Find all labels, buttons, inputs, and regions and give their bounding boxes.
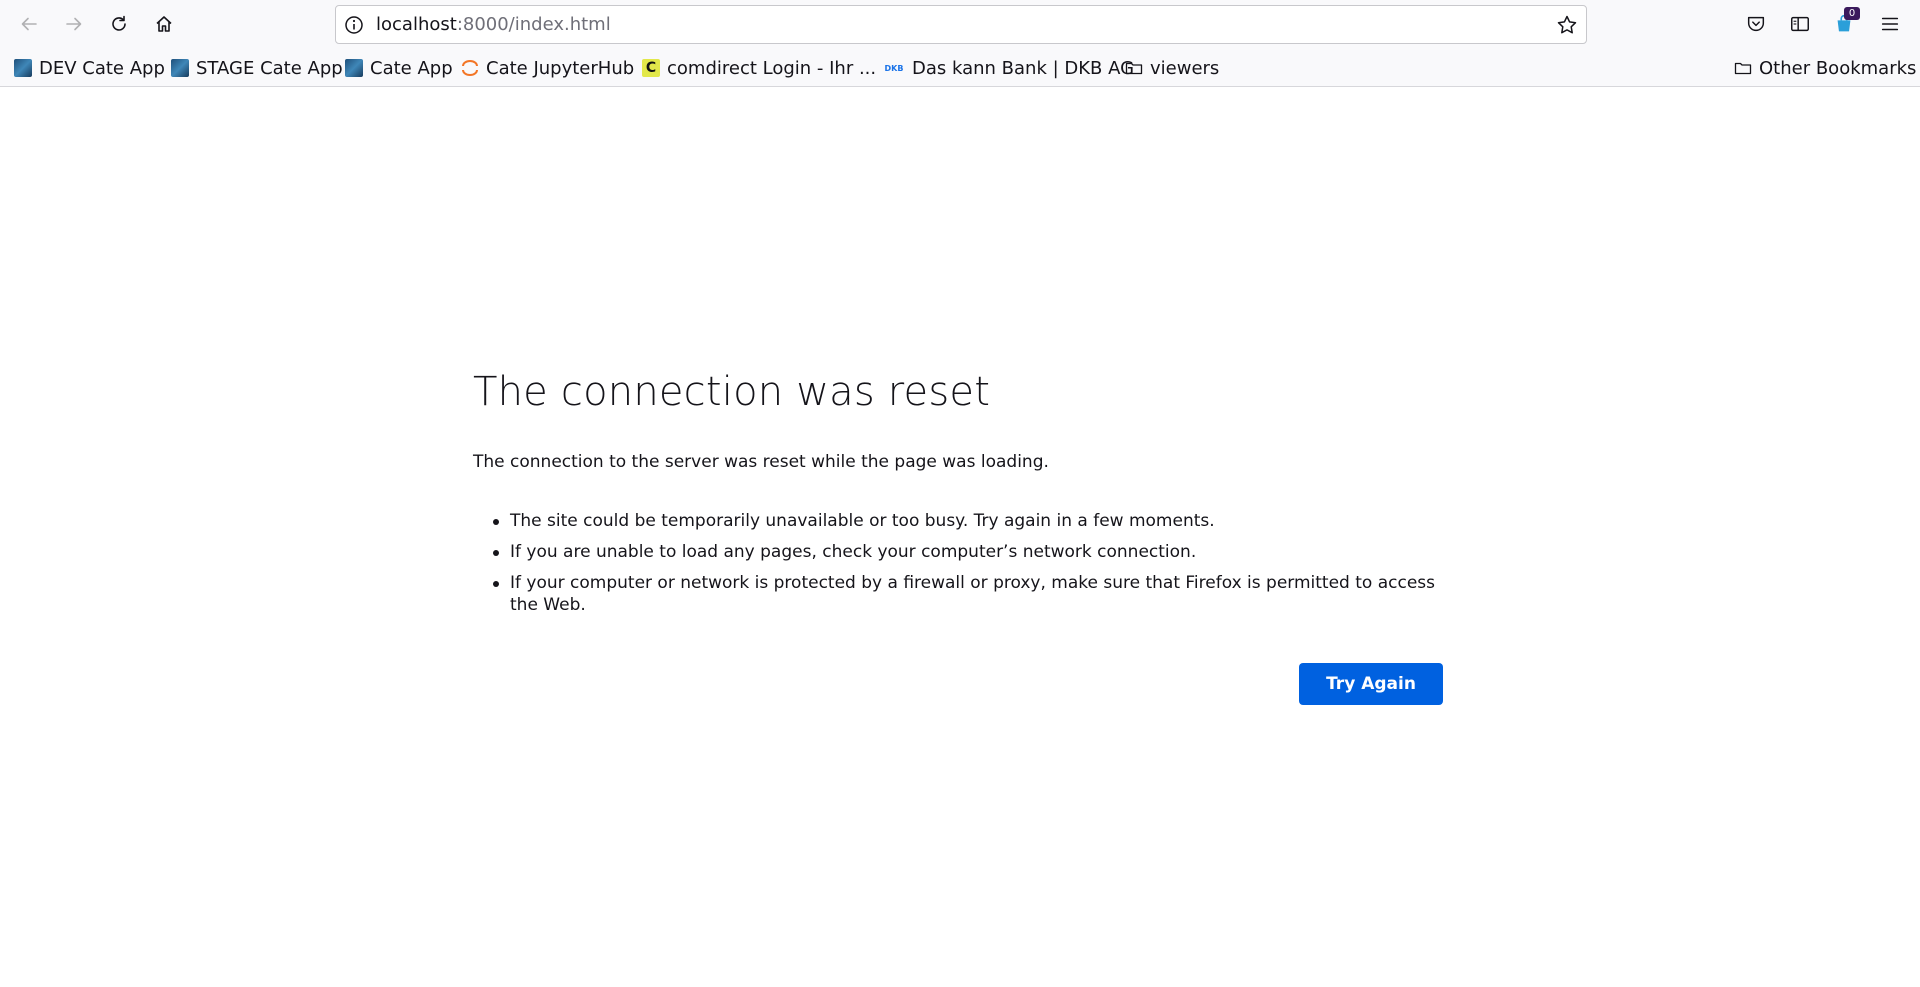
jupyter-icon <box>462 60 478 76</box>
reload-icon <box>112 15 126 31</box>
back-arrow-icon <box>21 17 37 31</box>
bookmark-label: Das kann Bank | DKB AG <box>912 57 1135 79</box>
forward-arrow-icon <box>66 17 82 31</box>
error-page: The connection was reset The connection … <box>473 362 1443 705</box>
error-description: The connection to the server was reset w… <box>473 452 1049 472</box>
list-item: The site could be temporarily unavailabl… <box>473 510 1443 532</box>
forward-button[interactable] <box>57 7 91 41</box>
bookmark-star-icon[interactable] <box>1556 14 1578 36</box>
bookmark-label: STAGE Cate App <box>196 57 343 79</box>
url-host: localhost <box>376 14 457 35</box>
bookmark-item[interactable]: Cate App <box>345 50 453 86</box>
bookmark-item[interactable]: C comdirect Login - Ihr ... <box>642 50 876 86</box>
pocket-button[interactable] <box>1744 12 1768 36</box>
home-button[interactable] <box>147 7 181 41</box>
bookmark-label: DEV Cate App <box>39 57 165 79</box>
bookmark-item[interactable]: STAGE Cate App <box>171 50 343 86</box>
error-title: The connection was reset <box>473 369 991 415</box>
bookmark-item[interactable]: DKB Das kann Bank | DKB AG <box>883 50 1135 86</box>
comdirect-icon: C <box>642 59 660 77</box>
menu-button[interactable] <box>1878 12 1902 36</box>
hamburger-menu-icon <box>1881 17 1899 31</box>
reload-button[interactable] <box>102 7 136 41</box>
extension-badge: 0 <box>1844 7 1860 20</box>
extension-button[interactable]: 0 <box>1832 7 1860 36</box>
address-bar[interactable]: localhost:8000/index.html <box>335 5 1587 44</box>
list-item: If your computer or network is protected… <box>473 572 1443 616</box>
list-item: If you are unable to load any pages, che… <box>473 541 1443 563</box>
bookmarks-toolbar: DEV Cate App STAGE Cate App Cate App Cat… <box>0 50 1920 87</box>
other-bookmarks-folder[interactable]: Other Bookmarks <box>1734 50 1916 86</box>
back-button[interactable] <box>12 7 46 41</box>
bookmark-label: Cate App <box>370 57 453 79</box>
folder-icon <box>1125 62 1143 75</box>
cate-app-icon <box>345 59 363 77</box>
cate-app-icon <box>171 59 189 77</box>
comdirect-icon-letter: C <box>645 60 657 76</box>
site-info-icon[interactable] <box>344 15 364 35</box>
bookmark-item[interactable]: DEV Cate App <box>14 50 165 86</box>
error-suggestions: The site could be temporarily unavailabl… <box>473 510 1443 625</box>
dkb-icon: DKB <box>884 63 904 73</box>
cate-app-icon <box>14 59 32 77</box>
bookmark-folder[interactable]: viewers <box>1125 50 1219 86</box>
home-icon <box>156 16 172 32</box>
url-text[interactable]: localhost:8000/index.html <box>376 6 611 43</box>
browser-toolbar: localhost:8000/index.html 0 <box>0 0 1920 50</box>
url-path: :8000/index.html <box>456 14 611 35</box>
bookmark-item[interactable]: Cate JupyterHub <box>461 50 634 86</box>
try-again-button[interactable]: Try Again <box>1299 663 1443 705</box>
bookmark-label: comdirect Login - Ihr ... <box>667 57 877 79</box>
folder-icon <box>1734 62 1752 75</box>
pocket-icon <box>1747 16 1765 32</box>
sidebar-button[interactable] <box>1788 12 1812 36</box>
sidebar-icon <box>1791 16 1809 32</box>
other-bookmarks-label: Other Bookmarks <box>1759 57 1917 79</box>
bookmark-label: Cate JupyterHub <box>486 57 635 79</box>
bookmark-label: viewers <box>1150 57 1220 79</box>
